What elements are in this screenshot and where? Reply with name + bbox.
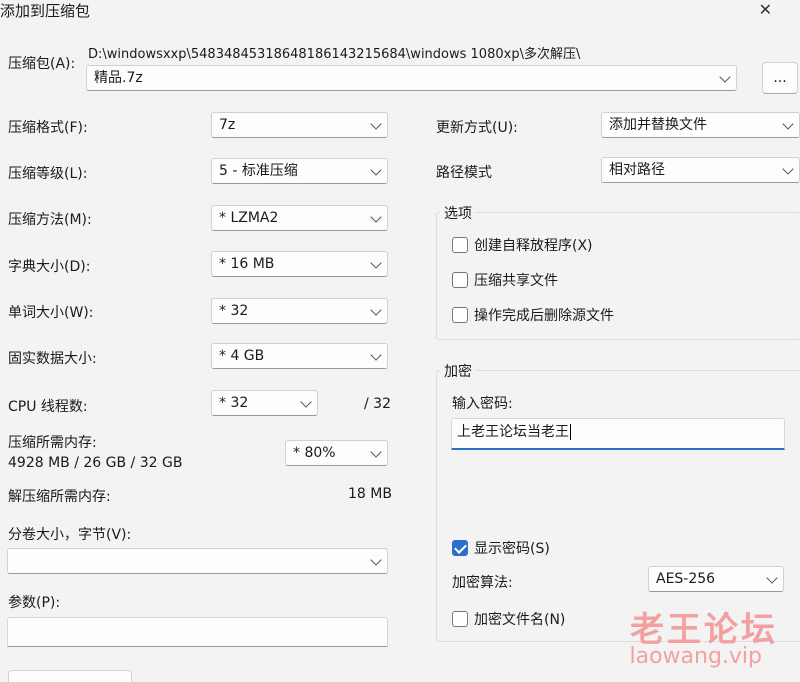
mem-decompress-label: 解压缩所需内存: [8, 489, 111, 505]
archive-path: D:\windowsxxp\54834845318648186143215684… [88, 47, 581, 62]
mem-decompress-value: 18 MB [348, 486, 392, 502]
sfx-option[interactable]: 创建自释放程序(X) [452, 235, 593, 255]
dict-value: * 16 MB [219, 256, 275, 272]
volume-label: 分卷大小，字节(V): [8, 527, 132, 543]
format-select[interactable]: 7z [211, 112, 388, 138]
chevron-down-icon [782, 118, 794, 130]
dict-select[interactable]: * 16 MB [211, 251, 388, 277]
params-label: 参数(P): [8, 595, 61, 611]
password-value: 上老王论坛当老王 [457, 424, 569, 440]
password-input[interactable]: 上老王论坛当老王 [451, 418, 785, 450]
level-value: 5 - 标准压缩 [219, 163, 298, 179]
level-label: 压缩等级(L): [8, 166, 88, 182]
watermark-url: laowang.vip [629, 644, 762, 669]
params-input[interactable] [7, 617, 388, 647]
show-password-checkbox[interactable] [452, 540, 468, 556]
cpu-value: * 32 [219, 395, 249, 411]
text-caret [570, 424, 571, 440]
cpu-select[interactable]: * 32 [211, 390, 318, 416]
encrypt-names-label: 加密文件名(N) [474, 612, 566, 628]
chevron-down-icon [370, 257, 382, 269]
path-mode-select[interactable]: 相对路径 [601, 157, 800, 183]
update-value: 添加并替换文件 [609, 117, 707, 133]
chevron-down-icon [370, 164, 382, 176]
chevron-down-icon [370, 554, 382, 566]
update-select[interactable]: 添加并替换文件 [601, 112, 800, 138]
chevron-down-icon [782, 163, 794, 175]
show-password-option[interactable]: 显示密码(S) [452, 538, 550, 558]
cpu-label: CPU 线程数: [8, 399, 88, 415]
mem-percent-value: * 80% [293, 445, 336, 461]
path-mode-label: 路径模式 [436, 165, 492, 181]
encrypt-method-label: 加密算法: [452, 575, 513, 591]
dict-label: 字典大小(D): [8, 259, 91, 275]
chevron-down-icon [370, 211, 382, 223]
archive-label: 压缩包(A): [8, 56, 76, 72]
encrypt-method-select[interactable]: AES-256 [648, 566, 784, 592]
method-value: * LZMA2 [219, 210, 279, 226]
word-label: 单词大小(W): [8, 305, 94, 321]
chevron-down-icon [370, 349, 382, 361]
mem-compress-detail: 4928 MB / 26 GB / 32 GB [8, 455, 183, 471]
delete-option[interactable]: 操作完成后删除源文件 [452, 305, 614, 325]
archive-name-value: 精品.7z [94, 70, 143, 86]
archive-name-combo[interactable]: 精品.7z [86, 65, 737, 91]
chevron-down-icon [719, 71, 731, 83]
browse-button[interactable]: ... [762, 62, 798, 94]
format-value: 7z [219, 117, 236, 133]
sfx-label: 创建自释放程序(X) [474, 238, 593, 254]
method-label: 压缩方法(M): [8, 212, 92, 228]
shared-label: 压缩共享文件 [474, 273, 558, 289]
shared-option[interactable]: 压缩共享文件 [452, 270, 558, 290]
show-password-label: 显示密码(S) [474, 541, 550, 557]
solid-select[interactable]: * 4 GB [211, 343, 388, 369]
format-label: 压缩格式(F): [8, 120, 88, 136]
chevron-down-icon [370, 446, 382, 458]
chevron-down-icon [370, 118, 382, 130]
encryption-title: 加密 [440, 361, 476, 381]
encrypt-names-checkbox[interactable] [452, 611, 468, 627]
delete-label: 操作完成后删除源文件 [474, 308, 614, 324]
word-value: * 32 [219, 303, 249, 319]
password-label: 输入密码: [452, 396, 513, 412]
path-mode-value: 相对路径 [609, 162, 665, 178]
volume-combo[interactable] [7, 548, 388, 574]
word-select[interactable]: * 32 [211, 298, 388, 324]
chevron-down-icon [300, 396, 312, 408]
delete-checkbox[interactable] [452, 307, 468, 323]
solid-label: 固实数据大小: [8, 351, 97, 367]
sfx-checkbox[interactable] [452, 237, 468, 253]
options-title: 选项 [440, 203, 476, 223]
cpu-max: / 32 [364, 396, 391, 412]
solid-value: * 4 GB [219, 348, 265, 364]
encrypt-names-option[interactable]: 加密文件名(N) [452, 609, 565, 629]
close-icon[interactable]: ✕ [759, 0, 772, 19]
chevron-down-icon [370, 304, 382, 316]
method-select[interactable]: * LZMA2 [211, 205, 388, 231]
level-select[interactable]: 5 - 标准压缩 [211, 158, 388, 184]
encrypt-method-value: AES-256 [656, 571, 716, 587]
shared-checkbox[interactable] [452, 272, 468, 288]
bottom-button[interactable] [8, 670, 132, 682]
mem-compress-label: 压缩所需内存: [8, 435, 97, 451]
mem-percent-select[interactable]: * 80% [285, 440, 388, 466]
update-label: 更新方式(U): [436, 120, 518, 136]
chevron-down-icon [766, 572, 778, 584]
window-title: 添加到压缩包 [0, 2, 91, 20]
